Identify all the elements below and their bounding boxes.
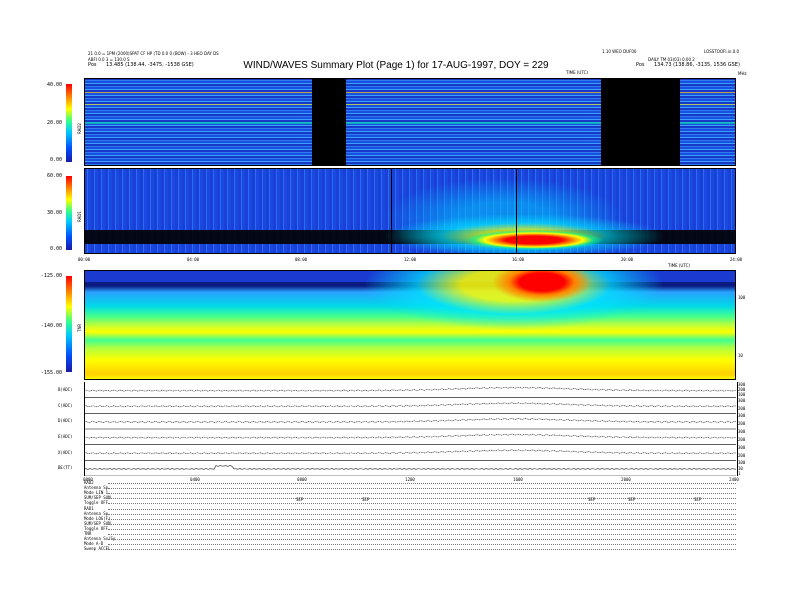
status-dotted-row — [108, 503, 736, 505]
time-tick-0: 00:00 — [77, 257, 91, 262]
line-panel-label: B(ADC) — [58, 386, 73, 392]
line-panel-right-tick: 200 — [738, 452, 746, 458]
rad1-tick-mid: 30.00 — [46, 210, 62, 216]
line-panel-right-tick: 200 — [738, 436, 746, 442]
small-time-tick-5: 2000 — [621, 477, 631, 482]
line-panel-right-tick: 300 — [738, 429, 746, 434]
line-panel-label: E(ADC) — [58, 433, 73, 439]
tnr-right-tick-10: 10 — [738, 353, 743, 358]
status-event-label: SEP — [694, 497, 702, 502]
status-event-label: SEP — [362, 497, 370, 502]
line-panel-right-tick: 300 — [738, 444, 746, 450]
small-time-tick-1: 0400 — [190, 477, 200, 482]
status-dotted-row — [108, 529, 736, 531]
rad1-vertical-streak-1 — [391, 168, 392, 254]
status-dotted-row — [108, 544, 736, 546]
status-dotted-row — [108, 534, 736, 536]
line-panel-label: D(ADC) — [58, 418, 73, 424]
status-dotted-row — [108, 514, 736, 516]
rad2-tick-bottom: 0.00 — [49, 157, 62, 163]
status-event-label: SEP — [628, 497, 636, 502]
tnr-frame — [84, 270, 736, 380]
time-utc-label: TIME (UTC) — [566, 70, 588, 75]
line-panels-svg — [84, 386, 736, 476]
line-panel-right-tick: 1 — [738, 470, 741, 476]
tnr-axis-label: TNR — [77, 323, 82, 332]
rad1-vertical-streak-2 — [516, 168, 517, 254]
mhz-label: MHz — [738, 71, 747, 76]
status-dotted-row — [108, 498, 736, 500]
tnr-tick-bottom: -155.00 — [40, 370, 62, 376]
status-tnr-row: Sweep ACCEL — [84, 546, 111, 551]
status-dotted-row — [108, 509, 736, 511]
rad1-tick-bottom: 0.00 — [49, 246, 62, 252]
status-rad2-row: Toggle OFF — [84, 500, 109, 505]
line-panel-trace — [84, 402, 736, 408]
time-axis-unit: TIME (UTC) — [668, 263, 690, 268]
tnr-tick-mid: -140.00 — [40, 323, 62, 329]
line-panel-trace — [84, 418, 736, 423]
line-panel-label: X(ADC) — [58, 449, 73, 455]
status-dotted-row — [108, 539, 736, 541]
rad1-frame — [84, 168, 736, 254]
time-tick-1: 04:00 — [186, 257, 200, 262]
time-tick-2: 08:00 — [294, 257, 308, 262]
line-panel-trace — [84, 433, 736, 439]
line-panel-right-tick: 200 — [738, 405, 746, 411]
time-tick-3: 12:00 — [403, 257, 417, 262]
status-dotted-row — [108, 524, 736, 526]
header-left-line1: 21 0.0 = 1PM (2000)SPAT CF HP (TD 0.0 0 … — [88, 51, 219, 56]
status-event-label: SEP — [296, 497, 304, 502]
time-tick-5: 20:00 — [620, 257, 634, 262]
small-time-tick-4: 1600 — [513, 477, 523, 482]
rad1-tick-top: 60.00 — [46, 173, 62, 179]
rad2-axis-label: RAD2 — [77, 123, 82, 134]
line-panel-label: BE(TT) — [58, 465, 73, 471]
line-panel-right-tick: 200 — [738, 421, 746, 427]
rad2-tick-top: 40.00 — [46, 82, 62, 88]
status-dotted-row — [108, 483, 736, 485]
plot-title: WIND/WAVES Summary Plot (Page 1) for 17-… — [243, 60, 549, 71]
line-panel-trace — [84, 449, 736, 455]
rad2-data-gap-1 — [312, 78, 346, 166]
time-tick-4: 16:00 — [511, 257, 525, 262]
tnr-tick-top: -125.00 — [40, 273, 62, 279]
rad2-tick-mid: 20.00 — [46, 120, 62, 126]
rad2-data-gap-2 — [601, 78, 680, 166]
small-time-tick-3: 1200 — [405, 477, 415, 482]
small-time-tick-2: 0800 — [297, 477, 307, 482]
line-panel-label: C(ADC) — [58, 402, 73, 408]
header-right-line2: LOSSTOOFI.in.0.0 — [704, 49, 740, 54]
status-dotted-row — [108, 519, 736, 521]
line-panel-right-tick: 300 — [738, 413, 746, 419]
line-panel-right-tick: 300 — [738, 397, 746, 403]
line-panel-trace — [84, 386, 736, 392]
status-event-label: SEP — [588, 497, 596, 502]
small-time-tick-6: 2400 — [729, 477, 739, 482]
line-panel-trace — [84, 465, 736, 470]
rad1-axis-label: RAD1 — [77, 211, 82, 222]
status-dotted-row — [108, 549, 736, 551]
rad2-colorbar — [66, 84, 72, 162]
status-dotted-row — [108, 488, 736, 490]
time-tick-6: 24:00 — [729, 257, 743, 262]
tnr-right-tick-100: 100 — [738, 295, 746, 300]
tnr-colorbar — [66, 276, 72, 372]
status-dotted-row — [108, 493, 736, 495]
rad1-colorbar — [66, 176, 72, 250]
header-right-line1: 1.10 WEO DUF00 — [602, 49, 637, 54]
